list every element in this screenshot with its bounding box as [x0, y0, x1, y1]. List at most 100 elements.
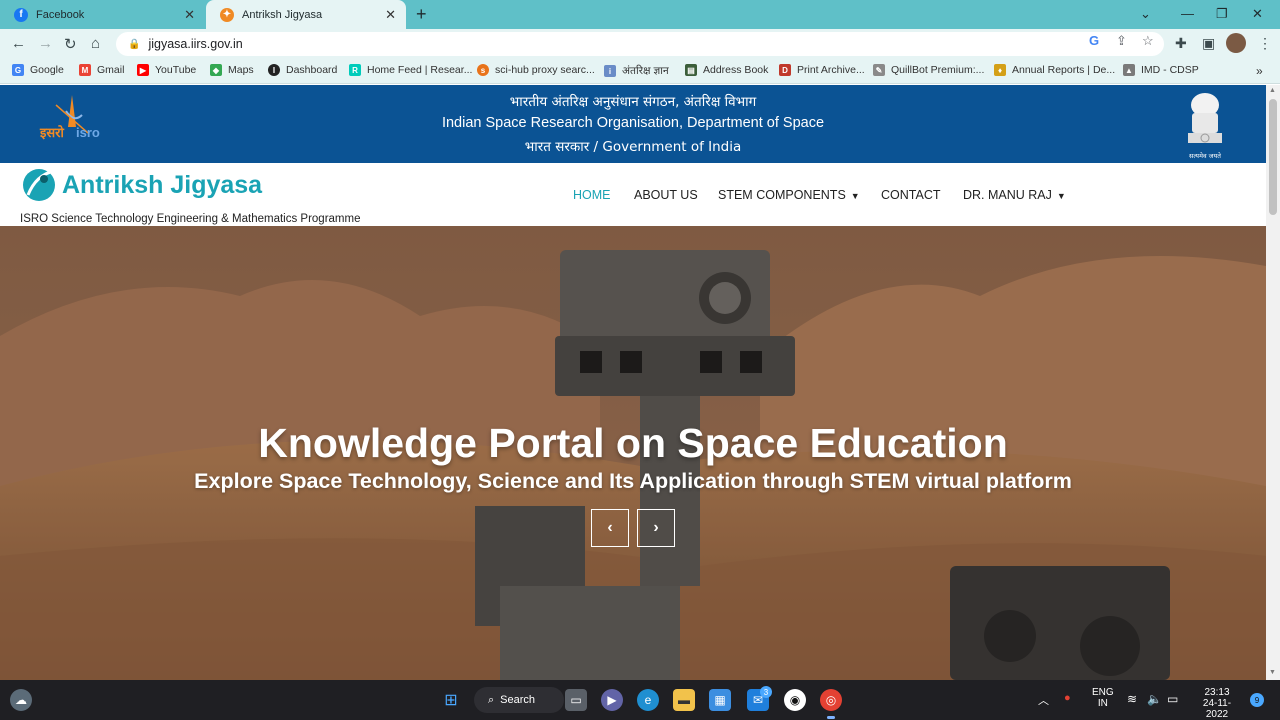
nav-label: DR. MANU RAJ	[963, 188, 1052, 202]
annual-reports-icon: ♦	[994, 64, 1006, 76]
bookmark-label: IMD - CDSP	[1141, 64, 1199, 76]
bookmark-youtube[interactable]: ▶ YouTube	[137, 64, 196, 76]
gov-line-government: भारत सरकार / Government of India	[524, 139, 742, 155]
antriksh-jigyasa-logo[interactable]	[20, 165, 60, 205]
chrome-icon[interactable]: ◎	[820, 689, 842, 711]
maximize-button[interactable]: ❐	[1216, 6, 1228, 22]
national-emblem-icon: सत्यमेव जयते	[1188, 93, 1222, 160]
scrollbar-thumb[interactable]	[1269, 99, 1277, 215]
bookmark-google[interactable]: G Google	[12, 64, 64, 76]
bookmark-address-book[interactable]: ▤ Address Book	[685, 64, 768, 76]
lock-icon[interactable]: 🔒	[128, 39, 140, 50]
language-indicator[interactable]: ENG IN	[1092, 687, 1114, 709]
bookmark-print-archive[interactable]: D Print Archive...	[779, 64, 865, 76]
gov-line-english: Indian Space Research Organisation, Depa…	[441, 115, 825, 131]
bookmark-imd[interactable]: ▲ IMD - CDSP	[1123, 64, 1199, 76]
bookmark-maps[interactable]: ◆ Maps	[210, 64, 254, 76]
brand-name[interactable]: Antriksh Jigyasa	[62, 171, 262, 200]
forward-button[interactable]: →	[38, 35, 53, 52]
researchgate-icon: R	[349, 64, 361, 76]
github-icon[interactable]: ◉	[784, 689, 806, 711]
region-code: IN	[1097, 698, 1108, 709]
nav-dr-manu-raj[interactable]: DR. MANU RAJ ▼	[963, 188, 1066, 202]
side-panel-icon[interactable]: ▣	[1202, 35, 1215, 52]
profile-avatar[interactable]	[1226, 33, 1246, 53]
site-navbar: Antriksh Jigyasa ISRO Science Technology…	[0, 163, 1266, 226]
close-window-button[interactable]: ✕	[1252, 6, 1263, 22]
bookmarks-overflow-icon[interactable]: »	[1256, 64, 1263, 78]
tab-antriksh-jigyasa[interactable]: ✦ Antriksh Jigyasa ✕	[206, 0, 406, 29]
dte-icon: D	[779, 64, 791, 76]
gmail-icon: M	[79, 64, 91, 76]
bookmark-dashboard[interactable]: I Dashboard	[268, 64, 337, 76]
extensions-icon[interactable]: ✚	[1175, 35, 1187, 52]
bookmark-label: Gmail	[97, 64, 125, 76]
browser-toolbar: ← → ↻ ⌂ 🔒 jigyasa.iirs.gov.in G ⇪ ☆ ✚ ▣ …	[0, 29, 1280, 59]
nav-label: STEM COMPONENTS	[718, 188, 846, 202]
wifi-icon[interactable]: ≋	[1127, 692, 1137, 706]
nav-home[interactable]: HOME	[573, 188, 611, 202]
nav-stem-components[interactable]: STEM COMPONENTS ▼	[718, 188, 860, 202]
file-explorer-icon[interactable]: ▬	[673, 689, 695, 711]
reload-button[interactable]: ↻	[64, 35, 77, 53]
carousel-prev-button[interactable]: ‹	[591, 509, 629, 547]
nav-about-us[interactable]: ABOUT US	[634, 188, 698, 202]
bookmark-gmail[interactable]: M Gmail	[79, 64, 124, 76]
tab-title: Antriksh Jigyasa	[242, 8, 323, 21]
government-header: इसरो isro भारतीय अंतरिक्ष अनुसंधान संगठन…	[0, 85, 1266, 163]
store-icon[interactable]: ▦	[709, 689, 731, 711]
isro-favicon-icon: ✦	[220, 7, 234, 22]
url-text: jigyasa.iirs.gov.in	[148, 37, 243, 51]
nav-label: CONTACT	[881, 188, 941, 202]
menu-icon[interactable]: ⋮	[1258, 35, 1272, 52]
facebook-icon: f	[14, 7, 28, 22]
bookmark-scihub[interactable]: s sci-hub proxy searc...	[477, 64, 595, 76]
chevron-down-icon: ▼	[1056, 191, 1066, 201]
bookmark-quillbot[interactable]: ✎ QuillBot Premium:...	[873, 64, 984, 76]
dashboard-icon: I	[268, 64, 280, 76]
bookmark-label: अंतरिक्ष ज्ञान	[622, 65, 669, 77]
hero-title: Knowledge Portal on Space Education	[258, 420, 1008, 466]
minimize-button[interactable]: —	[1181, 6, 1194, 21]
google-lens-icon[interactable]: G	[1089, 33, 1099, 48]
tab-facebook[interactable]: f Facebook ✕	[0, 0, 205, 29]
notification-badge[interactable]: 9	[1250, 693, 1264, 707]
search-icon: ⌕	[488, 693, 495, 706]
bookmark-annual-reports[interactable]: ♦ Annual Reports | De...	[994, 64, 1115, 76]
bookmark-researchgate[interactable]: R Home Feed | Resear...	[349, 64, 472, 76]
scroll-down-icon[interactable]: ▼	[1269, 669, 1276, 676]
bookmark-label: sci-hub proxy searc...	[495, 64, 595, 76]
close-tab-icon[interactable]: ✕	[385, 7, 396, 23]
back-button[interactable]: ←	[11, 35, 26, 52]
tab-search-icon[interactable]: ⌄	[1140, 6, 1151, 22]
share-icon[interactable]: ⇪	[1116, 33, 1127, 49]
battery-icon[interactable]: ▭	[1167, 692, 1178, 706]
close-tab-icon[interactable]: ✕	[184, 7, 195, 23]
gov-line-hindi: भारतीय अंतरिक्ष अनुसंधान संगठन, अंतरिक्ष…	[509, 94, 757, 110]
bookmark-antariksh-gyan[interactable]: i अंतरिक्ष ज्ञान	[604, 64, 669, 78]
tab-bar: f Facebook ✕ ✦ Antriksh Jigyasa ✕ + ⌄ — …	[0, 0, 1280, 29]
meet-icon[interactable]: ●	[1064, 692, 1071, 704]
nav-contact[interactable]: CONTACT	[881, 188, 941, 202]
imd-icon: ▲	[1123, 64, 1135, 76]
bookmark-label: Print Archive...	[797, 64, 865, 76]
task-view-icon[interactable]: ▭	[565, 689, 587, 711]
tray-overflow-icon[interactable]: ︿	[1038, 692, 1049, 708]
home-button[interactable]: ⌂	[91, 35, 100, 52]
bookmark-star-icon[interactable]: ☆	[1142, 33, 1154, 49]
edge-icon[interactable]: e	[637, 689, 659, 711]
address-bar[interactable]: 🔒 jigyasa.iirs.gov.in	[116, 32, 1164, 56]
teams-icon[interactable]: ▶	[601, 689, 623, 711]
bookmark-label: YouTube	[155, 64, 197, 76]
taskbar-search[interactable]: ⌕ Search	[474, 687, 564, 713]
volume-icon[interactable]: 🔈	[1147, 692, 1162, 706]
clock[interactable]: 23:13 24-11-2022	[1192, 687, 1242, 720]
carousel-next-button[interactable]: ›	[637, 509, 675, 547]
weather-icon[interactable]: ☁	[10, 689, 32, 711]
start-button[interactable]: ⊞	[440, 689, 462, 711]
bookmark-label: Annual Reports | De...	[1012, 64, 1116, 76]
address-book-icon: ▤	[685, 64, 697, 76]
page-scrollbar[interactable]: ▲ ▼	[1266, 85, 1280, 680]
scroll-up-icon[interactable]: ▲	[1269, 87, 1276, 94]
new-tab-button[interactable]: +	[416, 4, 427, 25]
